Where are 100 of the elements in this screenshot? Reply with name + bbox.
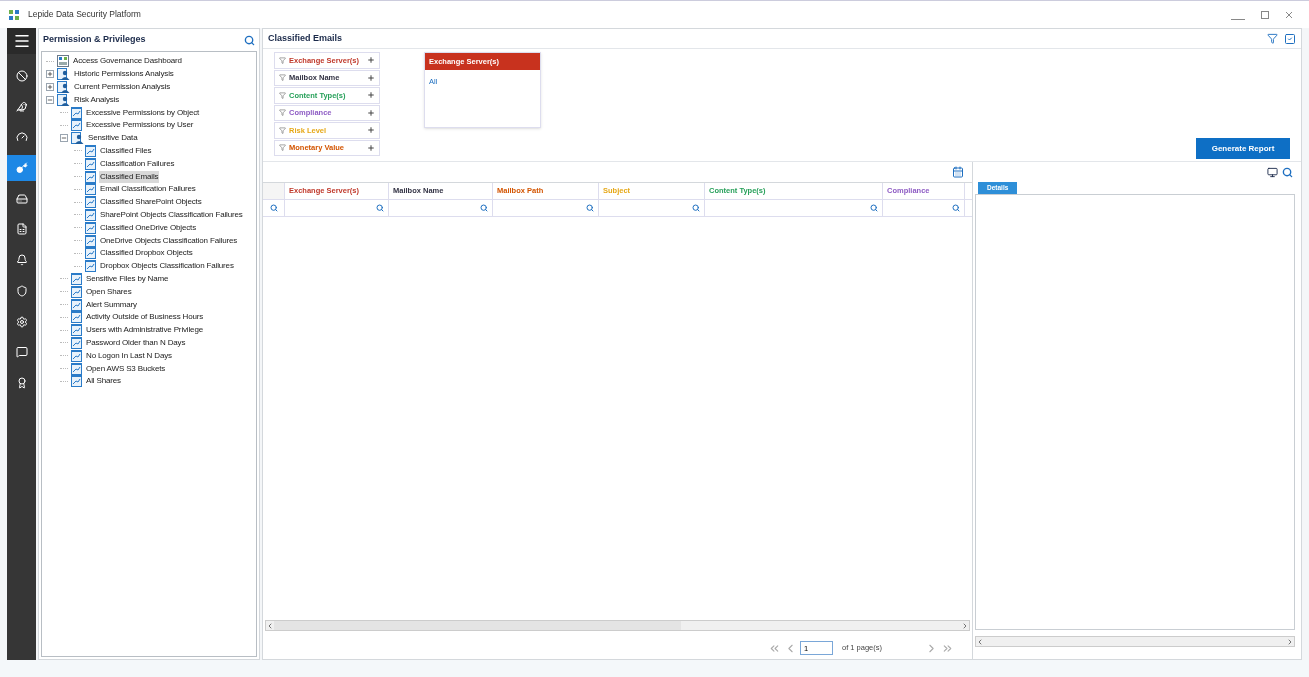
report-icon <box>85 183 96 196</box>
report-icon <box>71 119 82 132</box>
tree-item[interactable]: Users with Administrative Privilege <box>85 324 204 337</box>
menu-icon <box>12 32 31 50</box>
tree-item[interactable]: Password Older than N Days <box>85 336 187 349</box>
tree-item[interactable]: Activity Outside of Business Hours <box>85 311 205 324</box>
tree-item[interactable]: Open Shares <box>85 285 133 298</box>
report-icon <box>85 144 96 157</box>
checkbox-icon[interactable] <box>1284 32 1296 45</box>
plus-icon[interactable] <box>367 73 375 82</box>
nav-button[interactable] <box>7 155 36 182</box>
menu-button[interactable] <box>7 28 36 54</box>
person-document-icon <box>57 93 70 106</box>
filter-icon <box>279 144 286 152</box>
search-icon[interactable] <box>244 34 255 46</box>
report-icon <box>85 196 96 209</box>
tree-item[interactable]: Classified SharePoint Objects <box>99 196 203 209</box>
tree-item[interactable]: Classified Emails <box>99 170 160 183</box>
report-icon <box>85 247 96 260</box>
tree-item[interactable]: Classified Dropbox Objects <box>99 247 194 260</box>
tree-item[interactable]: Alert Summary <box>85 298 138 311</box>
tree-item[interactable]: Classification Failures <box>99 157 176 170</box>
calendar-icon[interactable] <box>952 166 964 178</box>
tree-item[interactable]: OneDrive Objects Classification Failures <box>99 234 239 247</box>
search-icon[interactable] <box>692 204 700 212</box>
tree-item[interactable]: All Shares <box>85 375 122 388</box>
tree-item[interactable]: Open AWS S3 Buckets <box>85 362 167 375</box>
report-icon <box>71 362 82 375</box>
filter-icon <box>279 109 286 117</box>
person-document-icon <box>57 81 70 93</box>
tree-item[interactable]: Email Classification Failures <box>99 183 197 196</box>
scroll-left-icon[interactable] <box>976 637 984 646</box>
close-button[interactable] <box>1285 10 1293 19</box>
maximize-button[interactable] <box>1261 10 1269 19</box>
collapse-toggle[interactable] <box>60 134 68 143</box>
filter-icon <box>279 74 286 82</box>
scroll-left-icon[interactable] <box>266 621 274 630</box>
report-icon <box>71 311 82 324</box>
dashboard-icon <box>57 55 69 68</box>
search-icon[interactable] <box>376 204 384 212</box>
report-icon <box>85 221 96 234</box>
tree-item[interactable]: Current Permission Analysis <box>73 81 171 93</box>
search-icon[interactable] <box>952 204 960 212</box>
window-title: Lepide Data Security Platform <box>28 8 141 21</box>
report-icon <box>85 208 96 221</box>
report-icon <box>85 260 96 273</box>
plus-icon[interactable] <box>367 108 375 117</box>
tree-item[interactable]: SharePoint Objects Classification Failures <box>99 208 244 221</box>
report-icon <box>71 272 82 285</box>
search-icon[interactable] <box>870 204 878 212</box>
app-logo-icon <box>8 8 20 21</box>
report-icon <box>71 298 82 311</box>
collapse-toggle[interactable] <box>46 95 54 104</box>
plus-icon[interactable] <box>367 143 375 152</box>
bird-icon <box>15 100 28 113</box>
tree-item[interactable]: Dropbox Objects Classification Failures <box>99 260 235 273</box>
report-icon <box>71 349 82 362</box>
report-title: Classified Emails <box>268 31 343 45</box>
filter-icon <box>279 56 286 64</box>
chat-icon <box>15 346 28 359</box>
tree-item[interactable]: Excessive Permissions by Object <box>85 106 201 119</box>
expand-toggle[interactable] <box>46 83 54 91</box>
plus-icon[interactable] <box>367 126 375 135</box>
scroll-right-icon[interactable] <box>961 621 969 630</box>
gauge-icon <box>15 131 28 144</box>
plus-icon[interactable] <box>367 91 375 100</box>
tree-item[interactable]: Sensitive Files by Name <box>85 272 170 285</box>
panel-title: Permission & Privileges <box>43 33 146 47</box>
report-icon <box>71 106 82 119</box>
search-icon[interactable] <box>269 204 278 212</box>
horizontal-scrollbar[interactable] <box>975 636 1295 647</box>
person-document-icon <box>71 132 84 145</box>
filter-icon <box>279 126 286 134</box>
tree-item[interactable]: Excessive Permissions by User <box>85 119 195 132</box>
tree-item[interactable]: Risk Analysis <box>73 93 121 106</box>
settings-icon <box>15 315 28 328</box>
drive-icon <box>15 192 28 205</box>
tree-item[interactable]: No Logon In Last N Days <box>85 349 173 362</box>
report-icon <box>85 234 96 247</box>
award-icon <box>15 376 28 389</box>
tree-item[interactable]: Classified Files <box>99 144 153 157</box>
report-icon <box>71 324 82 337</box>
filter-icon[interactable] <box>1267 33 1278 44</box>
generate-report-button[interactable]: Generate Report <box>1196 138 1290 159</box>
report-icon <box>71 336 82 349</box>
monitor-icon[interactable] <box>1267 166 1278 178</box>
horizontal-scrollbar[interactable] <box>265 620 970 631</box>
plus-icon[interactable] <box>367 56 375 65</box>
bell-icon <box>15 254 28 267</box>
tree-item[interactable]: Historic Permissions Analysis <box>73 68 175 81</box>
expand-toggle[interactable] <box>46 70 54 79</box>
scroll-right-icon[interactable] <box>1286 637 1294 646</box>
search-icon[interactable] <box>586 204 594 212</box>
search-icon[interactable] <box>480 204 488 212</box>
tree-item[interactable]: Access Governance Dashboard <box>72 55 183 68</box>
tree-item[interactable]: Classified OneDrive Objects <box>99 221 197 234</box>
filter-icon <box>279 91 286 99</box>
report-icon <box>71 285 82 298</box>
tree-item[interactable]: Sensitive Data <box>87 132 139 145</box>
search-icon[interactable] <box>1282 166 1293 178</box>
